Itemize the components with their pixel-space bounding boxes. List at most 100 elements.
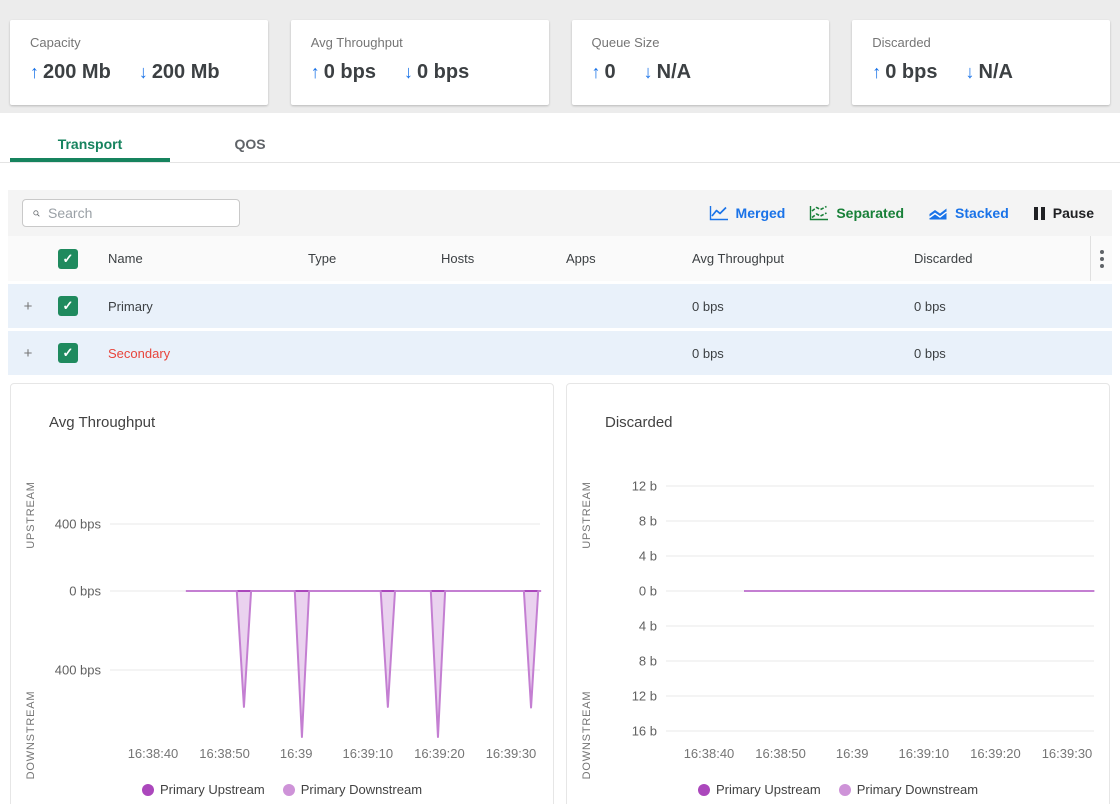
pause-label: Pause bbox=[1053, 205, 1094, 221]
stat-label: Discarded bbox=[872, 35, 1090, 50]
legend-item: Primary Upstream bbox=[142, 782, 265, 797]
svg-text:12 b: 12 b bbox=[632, 689, 657, 704]
legend-dot-icon bbox=[839, 784, 851, 796]
row-name: Secondary bbox=[100, 346, 300, 361]
stat-down-value: 0 bps bbox=[417, 61, 469, 84]
search-box[interactable] bbox=[22, 199, 240, 227]
down-arrow-icon: ↓ bbox=[404, 62, 413, 83]
svg-text:16:39:20: 16:39:20 bbox=[970, 746, 1021, 761]
chart-legend: Primary Upstream Primary Downstream bbox=[567, 782, 1109, 797]
column-header-apps[interactable]: Apps bbox=[558, 251, 684, 266]
stat-label: Queue Size bbox=[592, 35, 810, 50]
row-discarded: 0 bps bbox=[906, 299, 1090, 314]
svg-text:16:38:40: 16:38:40 bbox=[684, 746, 735, 761]
stat-up-value: 0 bps bbox=[324, 61, 376, 84]
stats-strip: Capacity ↑200 Mb ↓200 Mb Avg Throughput … bbox=[0, 0, 1120, 113]
legend-item: Primary Upstream bbox=[698, 782, 821, 797]
chart-plot-area: 12 b 8 b 4 b 0 b 4 b 8 b 12 b 16 b 16:38:40 16:38… bbox=[567, 384, 1109, 804]
stat-label: Capacity bbox=[30, 35, 248, 50]
row-discarded: 0 bps bbox=[906, 346, 1090, 361]
svg-text:0 b: 0 b bbox=[639, 584, 657, 599]
stacked-view-label: Stacked bbox=[955, 205, 1009, 221]
merged-view-button[interactable]: Merged bbox=[709, 205, 786, 221]
stat-down-value: 200 Mb bbox=[152, 61, 220, 84]
row-checkbox[interactable]: ✓ bbox=[58, 296, 78, 316]
stat-up-value: 200 Mb bbox=[43, 61, 111, 84]
down-arrow-icon: ↓ bbox=[644, 62, 653, 83]
svg-text:4 b: 4 b bbox=[639, 619, 657, 634]
svg-text:16:39:10: 16:39:10 bbox=[898, 746, 949, 761]
merged-chart-icon bbox=[709, 205, 729, 221]
svg-text:16:39:20: 16:39:20 bbox=[414, 746, 465, 761]
svg-text:16:38:50: 16:38:50 bbox=[755, 746, 806, 761]
up-arrow-icon: ↑ bbox=[311, 62, 320, 83]
expand-row-button[interactable]: + bbox=[8, 298, 48, 315]
row-avg-throughput: 0 bps bbox=[684, 346, 906, 361]
discarded-chart: Discarded UPSTREAM DOWNSTREAM 12 b8 b4 b… bbox=[566, 383, 1110, 804]
column-header-hosts[interactable]: Hosts bbox=[433, 251, 558, 266]
tab-bar: Transport QOS bbox=[0, 127, 1120, 163]
chart-legend: Primary Upstream Primary Downstream bbox=[11, 782, 553, 797]
column-options-kebab-icon[interactable] bbox=[1092, 246, 1112, 272]
pause-button[interactable]: Pause bbox=[1033, 205, 1094, 221]
column-header-avg-throughput[interactable]: Avg Throughput bbox=[684, 251, 906, 266]
row-avg-throughput: 0 bps bbox=[684, 299, 906, 314]
up-arrow-icon: ↑ bbox=[592, 62, 601, 83]
table-header-row: ✓ Name Type Hosts Apps Avg Throughput Di… bbox=[8, 236, 1112, 281]
down-arrow-icon: ↓ bbox=[139, 62, 148, 83]
svg-text:8 b: 8 b bbox=[639, 654, 657, 669]
legend-dot-icon bbox=[698, 784, 710, 796]
stat-card-avg-throughput: Avg Throughput ↑0 bps ↓0 bps bbox=[291, 20, 549, 105]
tab-qos[interactable]: QOS bbox=[170, 127, 330, 162]
legend-dot-icon bbox=[142, 784, 154, 796]
legend-dot-icon bbox=[283, 784, 295, 796]
search-input[interactable] bbox=[48, 205, 229, 221]
row-checkbox[interactable]: ✓ bbox=[58, 343, 78, 363]
svg-text:400 bps: 400 bps bbox=[55, 663, 102, 678]
up-arrow-icon: ↑ bbox=[872, 62, 881, 83]
separated-view-label: Separated bbox=[836, 205, 904, 221]
merged-view-label: Merged bbox=[736, 205, 786, 221]
svg-text:8 b: 8 b bbox=[639, 514, 657, 529]
legend-item: Primary Downstream bbox=[839, 782, 978, 797]
separated-view-button[interactable]: Separated bbox=[809, 205, 904, 221]
stacked-chart-icon bbox=[928, 205, 948, 221]
svg-text:12 b: 12 b bbox=[632, 479, 657, 494]
search-icon bbox=[33, 206, 40, 221]
charts-row: Avg Throughput UPSTREAM DOWNSTREAM 400 b… bbox=[10, 383, 1110, 804]
expand-row-button[interactable]: + bbox=[8, 345, 48, 362]
table-toolbar: Merged Separated Stacked bbox=[8, 190, 1112, 236]
svg-text:16:38:50: 16:38:50 bbox=[199, 746, 250, 761]
stat-down-value: N/A bbox=[657, 61, 691, 84]
down-arrow-icon: ↓ bbox=[966, 62, 975, 83]
pause-icon bbox=[1033, 206, 1046, 221]
svg-text:16:39: 16:39 bbox=[836, 746, 869, 761]
table-row-secondary[interactable]: + ✓ Secondary 0 bps 0 bps bbox=[8, 331, 1112, 375]
stat-card-queue-size: Queue Size ↑0 ↓N/A bbox=[572, 20, 830, 105]
stat-up-value: 0 bbox=[605, 61, 616, 84]
svg-text:16:39: 16:39 bbox=[280, 746, 313, 761]
svg-text:16 b: 16 b bbox=[632, 724, 657, 739]
svg-text:0 bps: 0 bps bbox=[69, 584, 101, 599]
separated-chart-icon bbox=[809, 205, 829, 221]
stat-card-discarded: Discarded ↑0 bps ↓N/A bbox=[852, 20, 1110, 105]
svg-text:16:39:30: 16:39:30 bbox=[486, 746, 537, 761]
table-row-primary[interactable]: + ✓ Primary 0 bps 0 bps bbox=[8, 284, 1112, 328]
column-header-type[interactable]: Type bbox=[300, 251, 433, 266]
column-header-discarded[interactable]: Discarded bbox=[906, 251, 1090, 266]
legend-item: Primary Downstream bbox=[283, 782, 422, 797]
stat-card-capacity: Capacity ↑200 Mb ↓200 Mb bbox=[10, 20, 268, 105]
stat-up-value: 0 bps bbox=[885, 61, 937, 84]
svg-text:16:38:40: 16:38:40 bbox=[128, 746, 179, 761]
svg-text:400 bps: 400 bps bbox=[55, 517, 102, 532]
avg-throughput-chart: Avg Throughput UPSTREAM DOWNSTREAM 400 b… bbox=[10, 383, 554, 804]
stacked-view-button[interactable]: Stacked bbox=[928, 205, 1009, 221]
column-header-name[interactable]: Name bbox=[100, 251, 300, 266]
select-all-checkbox[interactable]: ✓ bbox=[58, 249, 78, 269]
tab-transport[interactable]: Transport bbox=[10, 127, 170, 162]
svg-text:16:39:30: 16:39:30 bbox=[1042, 746, 1093, 761]
svg-text:4 b: 4 b bbox=[639, 549, 657, 564]
svg-text:16:39:10: 16:39:10 bbox=[342, 746, 393, 761]
stat-down-value: N/A bbox=[979, 61, 1013, 84]
stat-label: Avg Throughput bbox=[311, 35, 529, 50]
